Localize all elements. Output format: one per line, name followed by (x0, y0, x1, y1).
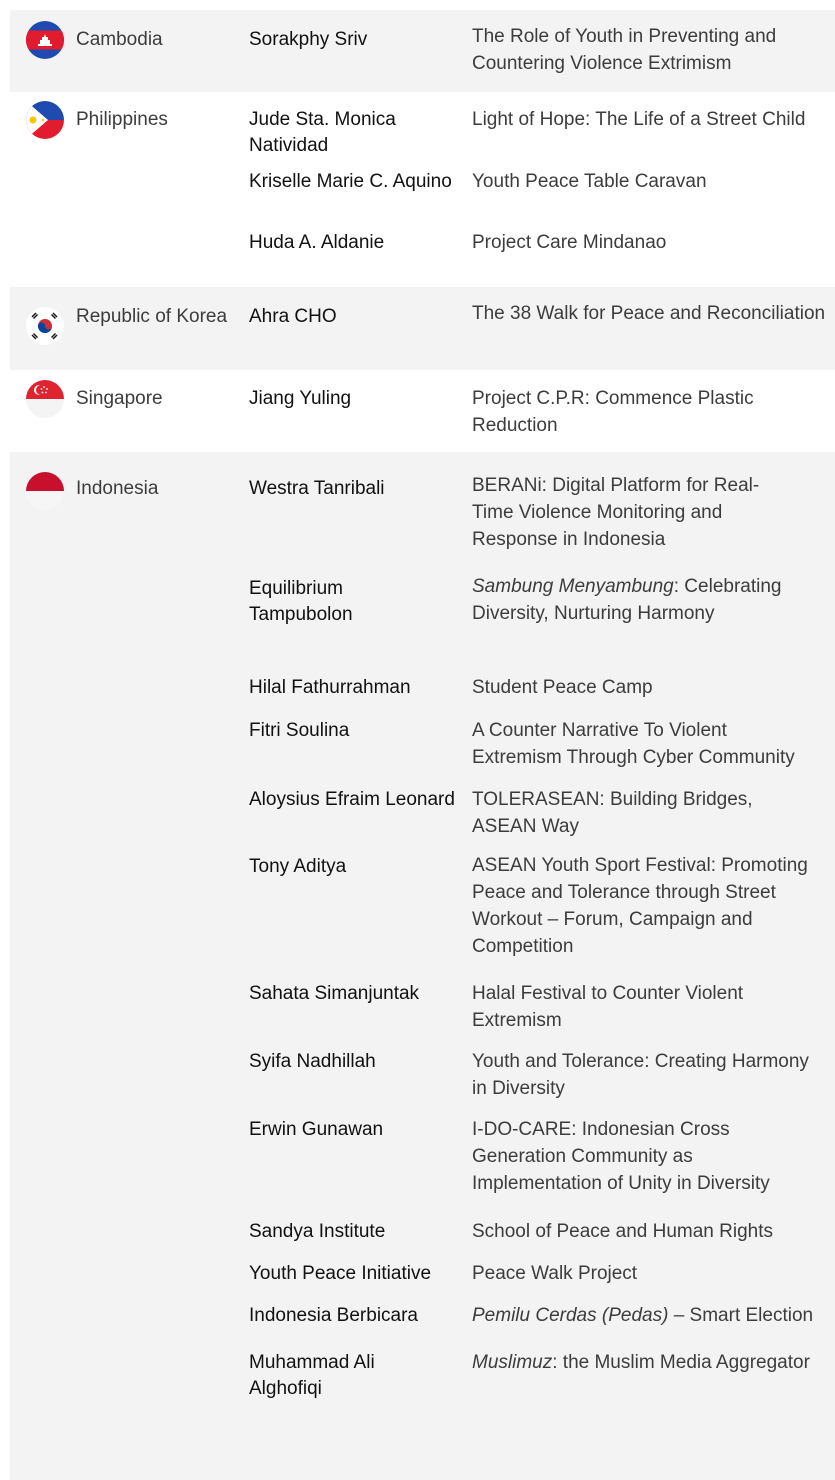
project-title-italic: Pemilu Cerdas (Pedas) (472, 1305, 669, 1326)
participant-name: Syifa Nadhillah (249, 1051, 376, 1072)
country-label: Republic of Korea (76, 306, 228, 327)
country-label: Indonesia (76, 478, 159, 499)
country-label: Philippines (76, 109, 168, 130)
project-title: Pemilu Cerdas (Pedas) – Smart Election (472, 1302, 832, 1329)
south-korea-flag-icon (26, 307, 64, 345)
project-title: The Role of Youth in Preventing and Coun… (472, 26, 777, 74)
project-title: Sambung Menyambung: Celebrating Diversit… (472, 573, 784, 627)
country-label: Singapore (76, 388, 163, 409)
participant-name: Jiang Yuling (249, 388, 352, 409)
project-title: Muslimuz: the Muslim Media Aggregator (472, 1349, 832, 1376)
country-label: Cambodia (76, 29, 163, 50)
project-title: Youth Peace Table Caravan (472, 171, 707, 192)
project-title: BERANi: Digital Platform for Real-Time V… (472, 475, 760, 550)
project-title: The 38 Walk for Peace and Reconciliation (472, 303, 826, 324)
project-title: Student Peace Camp (472, 677, 653, 698)
project-title: I-DO-CARE: Indonesian Cross Generation C… (472, 1119, 770, 1194)
indonesia-flag-icon (26, 472, 64, 510)
participant-name: Westra Tanribali (249, 478, 385, 499)
project-title: Halal Festival to Counter Violent Extrem… (472, 983, 744, 1031)
cambodia-flag-icon (26, 21, 64, 59)
project-title-rest: – Smart Election (668, 1305, 814, 1326)
participant-name: Aloysius Efraim Leonard (249, 789, 455, 810)
project-title: School of Peace and Human Rights (472, 1221, 774, 1242)
participant-name: Sorakphy Sriv (249, 29, 368, 50)
participant-name: Equilibrium Tampubolon (249, 578, 353, 625)
project-title-italic: Sambung Menyambung (472, 576, 674, 597)
participant-name: Jude Sta. Monica Natividad (249, 109, 396, 156)
participant-name: Indonesia Berbicara (249, 1305, 418, 1326)
participant-name: Kriselle Marie C. Aquino (249, 171, 452, 192)
participant-name: Tony Aditya (249, 856, 347, 877)
project-title-italic: Muslimuz (472, 1352, 553, 1373)
participant-name: Sahata Simanjuntak (249, 983, 420, 1004)
project-title: TOLERASEAN: Building Bridges, ASEAN Way (472, 789, 753, 837)
project-title: Light of Hope: The Life of a Street Chil… (472, 109, 806, 130)
project-title: Youth and Tolerance: Creating Harmony in… (472, 1051, 809, 1099)
project-title: ASEAN Youth Sport Festival: Promoting Pe… (472, 855, 808, 957)
participant-name: Sandya Institute (249, 1221, 386, 1242)
singapore-flag-icon (26, 380, 64, 418)
participant-name: Hilal Fathurrahman (249, 677, 411, 698)
project-title: Project Care Mindanao (472, 232, 667, 253)
participant-name: Muhammad Ali Alghofiqi (249, 1352, 375, 1399)
participant-name: Ahra CHO (249, 306, 337, 327)
participant-name: Youth Peace Initiative (249, 1263, 432, 1284)
project-title-rest: : the Muslim Media Aggregator (552, 1352, 810, 1373)
project-title: Peace Walk Project (472, 1263, 638, 1284)
participant-name: Fitri Soulina (249, 720, 350, 741)
philippines-flag-icon (26, 101, 64, 139)
participant-name: Erwin Gunawan (249, 1119, 384, 1140)
participant-name: Huda A. Aldanie (249, 232, 385, 253)
project-title: A Counter Narrative To Violent Extremism… (472, 720, 795, 768)
project-title: Project C.P.R: Commence Plastic Reductio… (472, 388, 754, 436)
